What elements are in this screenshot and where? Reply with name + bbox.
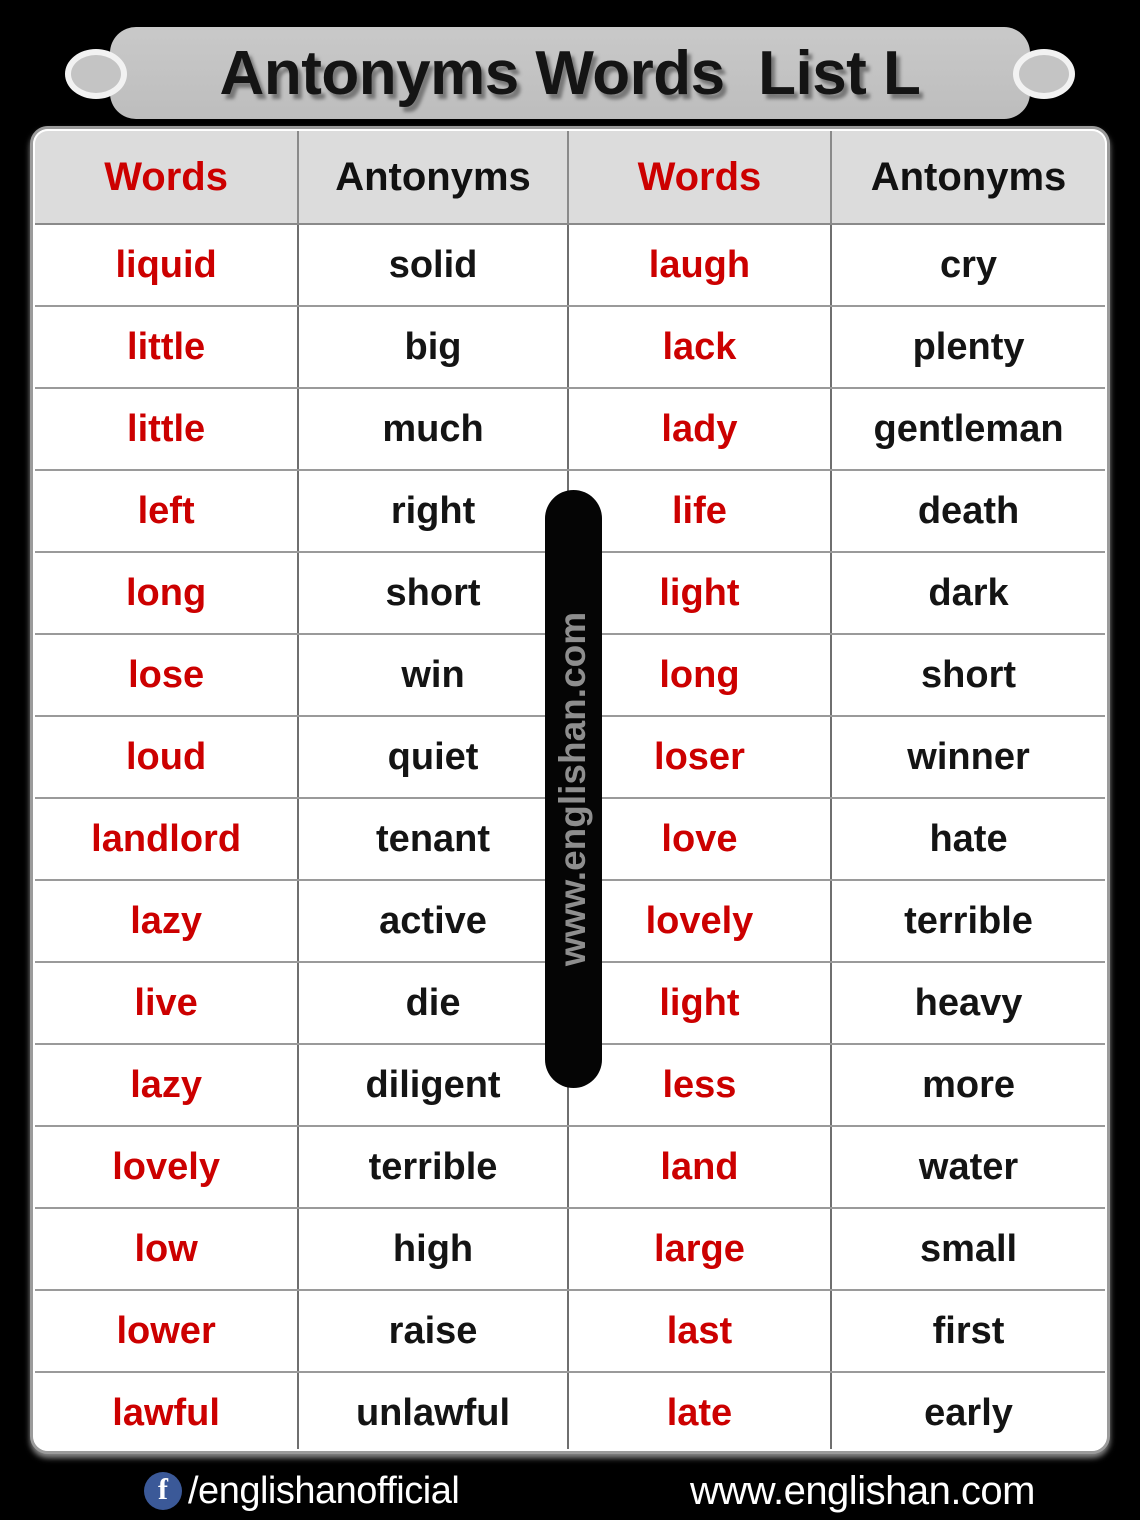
- cell-word-left: long: [35, 552, 300, 635]
- table-row: lawful unlawful late early: [35, 1372, 1105, 1449]
- cell-word-left: lazy: [35, 880, 300, 963]
- cell-word-right: loser: [567, 716, 833, 799]
- cell-word-left: live: [35, 962, 300, 1045]
- facebook-handle: /englishanofficial: [188, 1469, 460, 1512]
- cell-antonym-left: terrible: [298, 1126, 569, 1209]
- cell-antonym-right: water: [831, 1126, 1105, 1209]
- cell-word-right: life: [567, 470, 833, 553]
- cell-word-right: love: [567, 798, 833, 881]
- website-url[interactable]: www.englishan.com: [690, 1469, 1036, 1514]
- cell-word-right: laugh: [567, 224, 833, 307]
- cell-word-left: lower: [35, 1290, 300, 1373]
- cell-antonym-left: high: [298, 1208, 569, 1291]
- cell-antonym-left: much: [298, 388, 569, 471]
- cell-word-right: less: [567, 1044, 833, 1127]
- cell-word-right: late: [567, 1372, 833, 1449]
- watermark-text: www.englishan.com: [552, 611, 594, 967]
- cell-word-left: lawful: [35, 1372, 300, 1449]
- table-row: liquid solid laugh cry: [35, 224, 1105, 307]
- cell-antonym-right: heavy: [831, 962, 1105, 1045]
- cell-antonym-right: hate: [831, 798, 1105, 881]
- cell-word-left: little: [35, 388, 300, 471]
- cell-antonym-right: gentleman: [831, 388, 1105, 471]
- table-head: Words Antonyms Words Antonyms: [35, 131, 1105, 225]
- cell-word-right: lovely: [567, 880, 833, 963]
- column-header-antonyms-right: Antonyms: [831, 131, 1105, 225]
- cell-antonym-right: terrible: [831, 880, 1105, 963]
- cell-word-right: land: [567, 1126, 833, 1209]
- cell-antonym-right: plenty: [831, 306, 1105, 389]
- cell-antonym-right: cry: [831, 224, 1105, 307]
- table-row: little big lack plenty: [35, 306, 1105, 389]
- cell-antonym-left: win: [298, 634, 569, 717]
- cell-antonym-left: die: [298, 962, 569, 1045]
- table-header-row: Words Antonyms Words Antonyms: [35, 131, 1105, 225]
- table-row: low high large small: [35, 1208, 1105, 1291]
- table-row: lovely terrible land water: [35, 1126, 1105, 1209]
- cell-antonym-left: raise: [298, 1290, 569, 1373]
- footer: f /englishanofficial www.englishan.com: [0, 1462, 1140, 1520]
- table-row: lower raise last first: [35, 1290, 1105, 1373]
- column-header-words-left: Words: [35, 131, 300, 225]
- page-title: Antonyms Words List L: [219, 38, 921, 108]
- cell-word-left: lazy: [35, 1044, 300, 1127]
- cell-word-left: lose: [35, 634, 300, 717]
- cell-antonym-left: tenant: [298, 798, 569, 881]
- cell-antonym-right: winner: [831, 716, 1105, 799]
- cell-antonym-left: quiet: [298, 716, 569, 799]
- cell-antonym-left: active: [298, 880, 569, 963]
- cell-word-left: left: [35, 470, 300, 553]
- cell-antonym-left: solid: [298, 224, 569, 307]
- cell-word-right: lady: [567, 388, 833, 471]
- cell-word-right: long: [567, 634, 833, 717]
- cell-word-right: last: [567, 1290, 833, 1373]
- cell-word-left: little: [35, 306, 300, 389]
- cell-antonym-left: right: [298, 470, 569, 553]
- cell-antonym-left: short: [298, 552, 569, 635]
- title-banner: Antonyms Words List L: [65, 27, 1075, 119]
- cell-antonym-right: small: [831, 1208, 1105, 1291]
- cell-antonym-right: more: [831, 1044, 1105, 1127]
- cell-word-left: low: [35, 1208, 300, 1291]
- cell-antonym-left: unlawful: [298, 1372, 569, 1449]
- cell-word-left: lovely: [35, 1126, 300, 1209]
- facebook-icon: f: [144, 1472, 182, 1510]
- cell-word-right: large: [567, 1208, 833, 1291]
- cell-antonym-right: short: [831, 634, 1105, 717]
- cell-antonym-right: dark: [831, 552, 1105, 635]
- cell-word-left: loud: [35, 716, 300, 799]
- cell-antonym-left: big: [298, 306, 569, 389]
- cell-antonym-left: diligent: [298, 1044, 569, 1127]
- cell-antonym-right: death: [831, 470, 1105, 553]
- cell-word-right: light: [567, 962, 833, 1045]
- cell-antonym-right: first: [831, 1290, 1105, 1373]
- cell-word-left: liquid: [35, 224, 300, 307]
- cell-word-right: light: [567, 552, 833, 635]
- watermark-pill: www.englishan.com: [545, 490, 602, 1088]
- column-header-words-right: Words: [567, 131, 833, 225]
- cell-word-left: landlord: [35, 798, 300, 881]
- table-row: little much lady gentleman: [35, 388, 1105, 471]
- facebook-link[interactable]: f /englishanofficial: [144, 1469, 460, 1513]
- poster-root: Antonyms Words List L Words Antonyms Wor…: [0, 0, 1140, 1520]
- cell-word-right: lack: [567, 306, 833, 389]
- cell-antonym-right: early: [831, 1372, 1105, 1449]
- column-header-antonyms-left: Antonyms: [298, 131, 569, 225]
